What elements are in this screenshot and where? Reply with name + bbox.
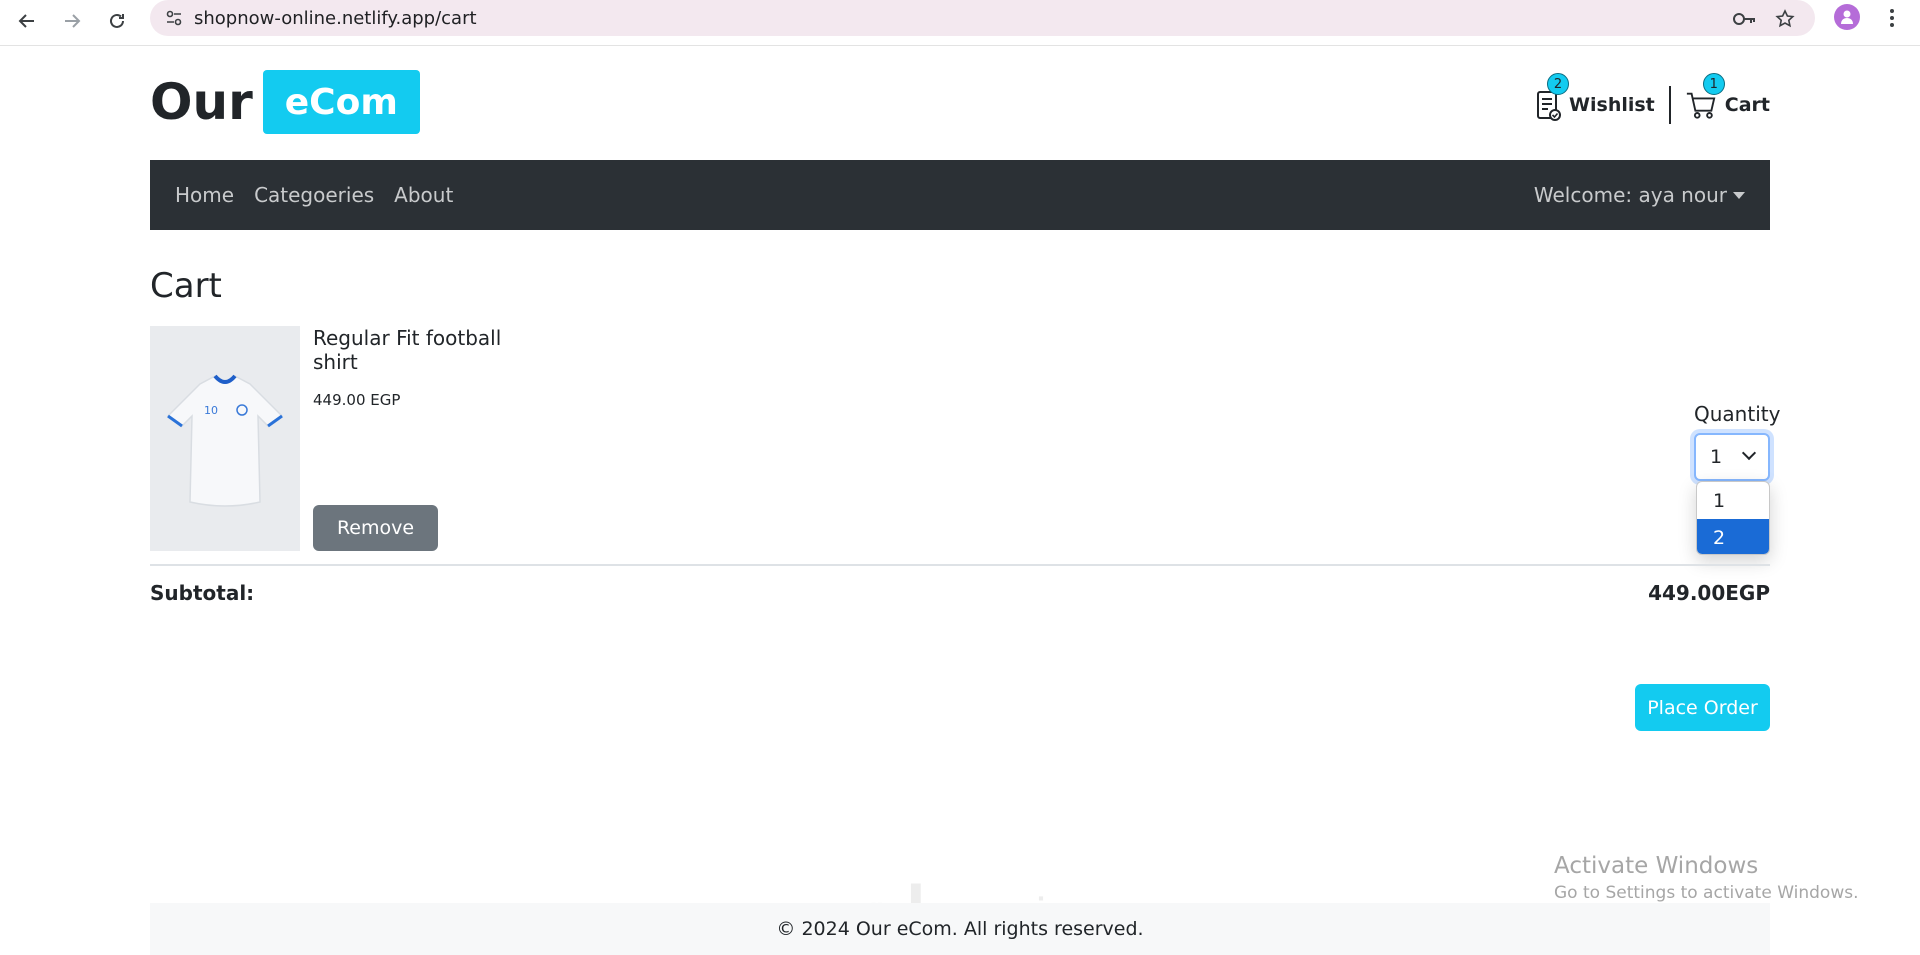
quantity-label: Quantity [1694,402,1781,426]
site-logo[interactable]: Our eCom [150,70,420,134]
wishlist-label: Wishlist [1569,94,1655,116]
nav-about[interactable]: About [394,183,453,207]
cart-count-badge: 1 [1702,73,1725,95]
reload-icon[interactable] [100,4,134,38]
product-image: 10 [150,326,300,551]
subtotal-value: 449.00EGP [1648,581,1770,605]
main-navbar: Home Categoeries About Welcome: aya nour [150,160,1770,230]
activate-windows-watermark: Activate Windows Go to Settings to activ… [1554,853,1859,903]
quantity-option-1[interactable]: 1 [1697,482,1769,519]
quantity-selected-value: 1 [1710,446,1723,468]
site-info-icon[interactable] [154,9,194,27]
remove-button[interactable]: Remove [313,505,438,551]
product-name[interactable]: Regular Fit football shirt [313,326,513,374]
football-shirt-icon: 10 [166,374,284,507]
svg-text:10: 10 [204,404,218,417]
cart-label: Cart [1724,94,1770,116]
page-footer: © 2024 Our eCom. All rights reserved. [150,903,1770,955]
header-divider [1668,86,1671,124]
chevron-down-icon [1741,445,1757,461]
back-icon[interactable] [10,4,44,38]
address-bar[interactable]: shopnow-online.netlify.app/cart [150,0,1815,36]
header-links: 2 Wishlist 1 Cart [1533,73,1770,124]
product-price: 449.00 EGP [313,391,401,409]
subtotal-label: Subtotal: [150,581,255,605]
page-title: Cart [150,266,222,306]
quantity-dropdown-list: 1 2 [1696,481,1770,555]
url-text[interactable]: shopnow-online.netlify.app/cart [194,8,477,29]
nav-categories[interactable]: Categoeries [254,183,374,207]
watermark-subtitle: Go to Settings to activate Windows. [1554,883,1859,903]
browser-menu-icon[interactable] [1882,2,1902,34]
copyright-text: © 2024 Our eCom. All rights reserved. [776,918,1144,940]
quantity-select[interactable]: 1 [1694,433,1770,481]
nav-home[interactable]: Home [175,183,234,207]
watermark-title: Activate Windows [1554,853,1759,879]
bookmark-star-icon[interactable] [1770,4,1800,34]
wishlist-link[interactable]: 2 Wishlist [1533,73,1655,123]
cart-divider [150,564,1770,566]
cart-link[interactable]: 1 Cart [1685,73,1770,123]
quantity-option-2[interactable]: 2 [1697,519,1769,554]
browser-toolbar: shopnow-online.netlify.app/cart [0,0,1920,46]
wishlist-count-badge: 2 [1547,73,1570,95]
welcome-text: Welcome: aya nour [1533,183,1727,207]
dropdown-caret-icon [1733,191,1745,199]
password-key-icon[interactable] [1730,4,1760,34]
cart-icon: 1 [1685,73,1725,123]
logo-text-ecom: eCom [262,70,420,134]
place-order-button[interactable]: Place Order [1635,684,1770,731]
logo-text-our: Our [150,73,253,131]
forward-icon[interactable] [55,4,89,38]
profile-avatar-icon[interactable] [1834,4,1860,30]
user-menu-toggle[interactable]: Welcome: aya nour [1534,183,1745,207]
wishlist-icon: 2 [1533,73,1570,123]
